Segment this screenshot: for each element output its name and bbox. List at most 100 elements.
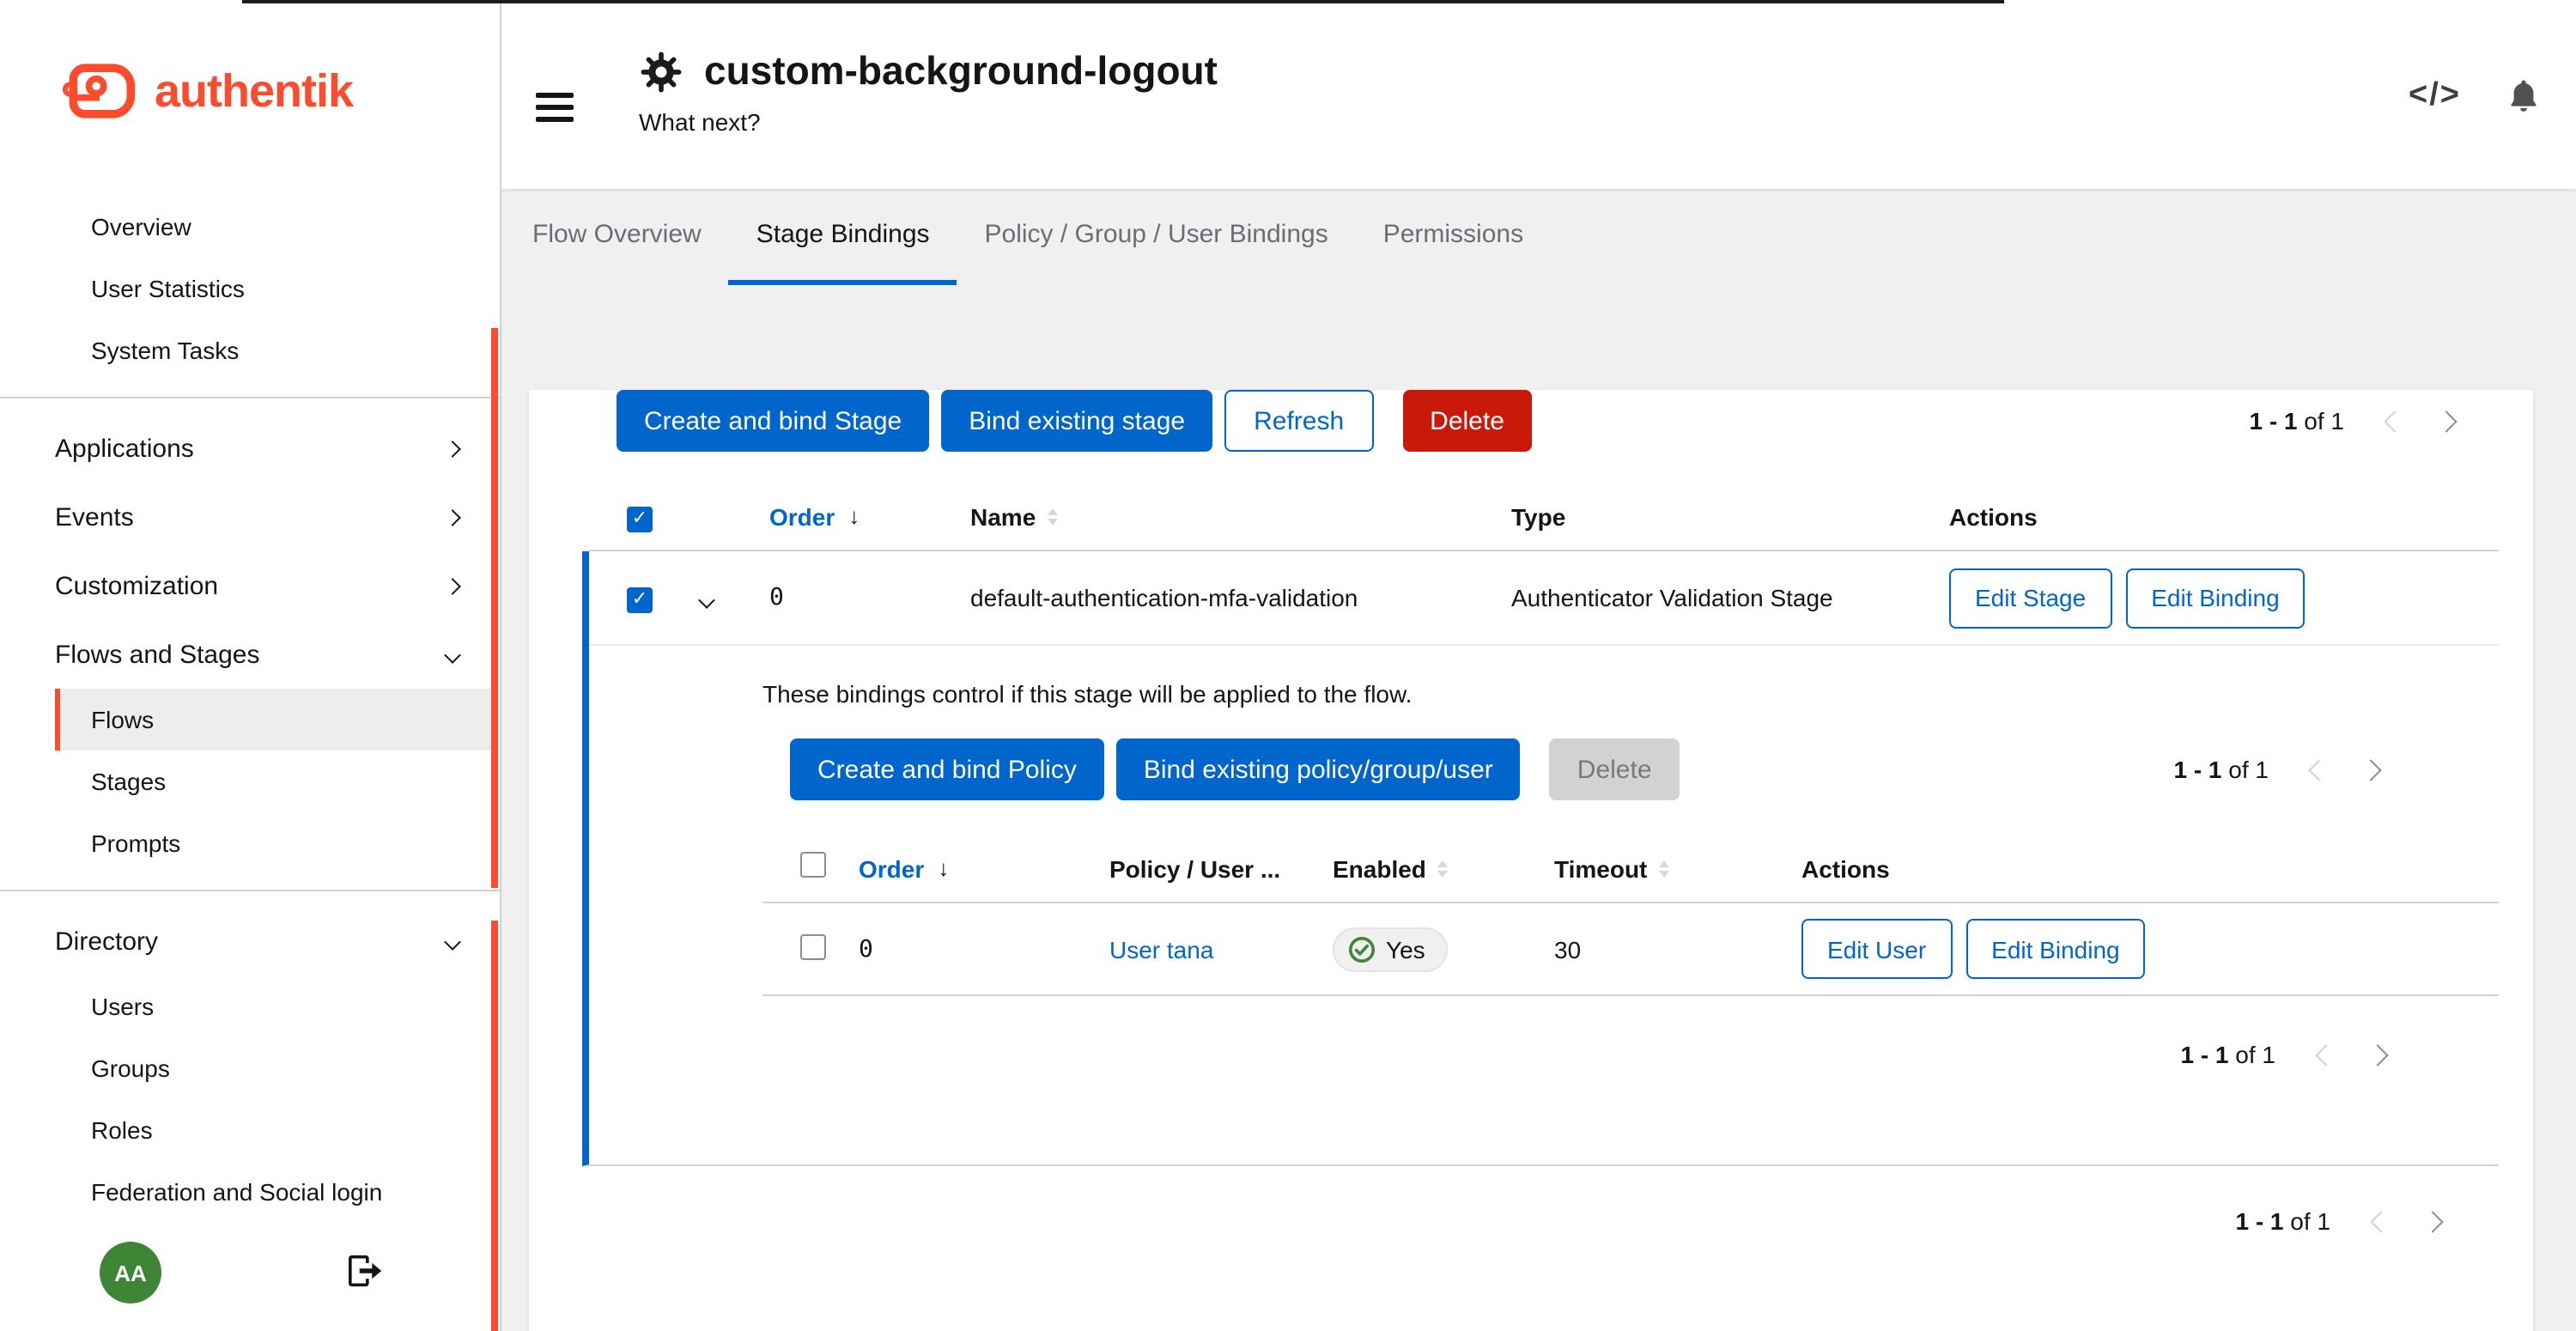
pagination-range: 1 - 1 (2235, 1207, 2283, 1235)
pagination-next-button[interactable] (2420, 390, 2471, 452)
sidebar-item-overview[interactable]: Overview (55, 196, 496, 258)
chevron-left-icon (2383, 410, 2404, 431)
column-header-name[interactable]: Name (950, 502, 1491, 530)
edit-user-button[interactable]: Edit User (1801, 919, 1952, 979)
policy-order-cell: 0 (841, 935, 1089, 963)
sidebar-group-applications[interactable]: Applications (0, 414, 500, 483)
pagination-prev-button[interactable] (2300, 1024, 2351, 1085)
row-select-checkbox[interactable] (627, 587, 653, 613)
pagination-next-button[interactable] (2351, 1024, 2403, 1085)
brand-name: authentik (155, 64, 353, 118)
policy-row-select-checkbox[interactable] (800, 933, 826, 959)
enabled-badge-label: Yes (1386, 935, 1425, 963)
sidebar-item-groups[interactable]: Groups (55, 1037, 496, 1099)
page-subtitle: What next? (639, 108, 1218, 136)
pagination-top: 1 - 1 of 1 (2249, 390, 2471, 452)
chevron-down-icon (444, 933, 461, 950)
chevron-right-icon (444, 508, 461, 526)
policy-user-link[interactable]: User tana (1109, 935, 1213, 963)
chevron-down-icon (697, 592, 714, 609)
delete-button[interactable]: Delete (1402, 390, 1532, 452)
logout-button[interactable] (347, 1254, 385, 1293)
window-top-edge (242, 0, 2004, 3)
edit-binding-button[interactable]: Edit Binding (2125, 568, 2305, 628)
pagination-next-button[interactable] (2406, 1190, 2458, 1252)
policy-toolbar: Create and bind Policy Bind existing pol… (790, 738, 2499, 800)
sidebar-item-federation-and-social-login[interactable]: Federation and Social login (55, 1161, 496, 1223)
chevron-right-icon (2434, 410, 2456, 431)
sidebar-item-prompts[interactable]: Prompts (55, 812, 496, 874)
column-header-actions: Actions (1929, 502, 2499, 530)
tab-bar: Flow Overview Stage Bindings Policy / Gr… (501, 189, 2576, 285)
column-header-policy-user: Policy / User ... (1089, 854, 1312, 882)
pagination-prev-button[interactable] (2354, 1190, 2406, 1252)
divider (0, 890, 500, 891)
check-circle-icon (1348, 935, 1376, 963)
column-header-actions: Actions (1781, 854, 2499, 882)
policy-binding-row[interactable]: 0 User tana Yes (762, 903, 2499, 996)
stage-binding-row[interactable]: 0 default-authentication-mfa-validation … (589, 551, 2499, 646)
refresh-button[interactable]: Refresh (1224, 390, 1373, 452)
pagination-range: 1 - 1 (2173, 756, 2221, 783)
sidebar-toggle-button[interactable] (532, 89, 577, 125)
sort-icon (1438, 860, 1449, 877)
policy-bindings-description: These bindings control if this stage wil… (762, 677, 2499, 711)
pagination-of: of 1 (2304, 407, 2344, 435)
stage-table-header: Order ↓ Name Type Actions (589, 483, 2499, 551)
sidebar-group-customization[interactable]: Customization (0, 551, 500, 620)
column-header-order[interactable]: Order ↓ (841, 854, 1089, 882)
sidebar-item-user-statistics[interactable]: User Statistics (55, 258, 496, 319)
row-expander[interactable] (690, 574, 722, 622)
policy-select-all-checkbox[interactable] (800, 851, 826, 877)
page-header: custom-background-logout What next? </> (501, 0, 2576, 189)
sort-desc-icon: ↓ (938, 855, 949, 881)
sidebar-group-directory[interactable]: Directory (0, 907, 500, 975)
chevron-down-icon (444, 646, 461, 663)
select-all-checkbox[interactable] (627, 506, 653, 532)
notifications-bell-icon[interactable] (2506, 76, 2542, 115)
policy-bindings-panel: These bindings control if this stage wil… (589, 646, 2499, 1164)
page-title: custom-background-logout (704, 48, 1218, 94)
pagination-policy-bottom: 1 - 1 of 1 (762, 1020, 2403, 1089)
sign-out-icon (347, 1254, 385, 1288)
create-and-bind-stage-button[interactable]: Create and bind Stage (617, 390, 929, 452)
sort-icon (1048, 507, 1058, 525)
bind-existing-policy-button[interactable]: Bind existing policy/group/user (1116, 738, 1521, 800)
sidebar-item-system-tasks[interactable]: System Tasks (55, 319, 496, 381)
column-header-order[interactable]: Order ↓ (744, 502, 950, 530)
content-area: Create and bind Stage Bind existing stag… (501, 285, 2576, 1331)
pagination-next-button[interactable] (2344, 738, 2396, 800)
avatar[interactable]: AA (100, 1242, 161, 1304)
column-header-timeout[interactable]: Timeout (1534, 854, 1781, 882)
chevron-right-icon (444, 440, 461, 457)
chevron-right-icon (2366, 1043, 2387, 1065)
create-and-bind-policy-button[interactable]: Create and bind Policy (790, 738, 1104, 800)
tab-permissions[interactable]: Permissions (1356, 189, 1551, 285)
pagination-footer: 1 - 1 of 1 (2235, 1187, 2458, 1255)
sidebar-item-roles[interactable]: Roles (55, 1099, 496, 1161)
bind-existing-stage-button[interactable]: Bind existing stage (941, 390, 1212, 452)
sidebar: authentik Overview User Statistics Syste… (0, 0, 501, 1331)
api-code-icon[interactable]: </> (2409, 76, 2461, 114)
edit-binding-button[interactable]: Edit Binding (1965, 919, 2145, 979)
sidebar-item-stages[interactable]: Stages (55, 751, 496, 812)
policy-delete-button: Delete (1550, 738, 1680, 800)
pagination-of: of 1 (2228, 756, 2269, 783)
sidebar-item-flows[interactable]: Flows (55, 689, 496, 751)
sort-icon (1659, 860, 1669, 877)
sidebar-accent-bar (491, 328, 498, 888)
brand-logo[interactable]: authentik (0, 0, 500, 124)
sidebar-accent-bar (491, 921, 498, 1331)
pagination-prev-button[interactable] (2368, 390, 2420, 452)
sidebar-group-flows-and-stages[interactable]: Flows and Stages (0, 620, 500, 689)
tab-policy-group-user-bindings[interactable]: Policy / Group / User Bindings (957, 189, 1356, 285)
column-header-enabled[interactable]: Enabled (1312, 854, 1534, 882)
pagination-prev-button[interactable] (2293, 738, 2344, 800)
tab-stage-bindings[interactable]: Stage Bindings (729, 189, 957, 285)
sidebar-group-events[interactable]: Events (0, 483, 500, 551)
pagination-range: 1 - 1 (2180, 1041, 2228, 1068)
card-footer: 1 - 1 of 1 (589, 1166, 2499, 1255)
edit-stage-button[interactable]: Edit Stage (1949, 568, 2111, 628)
sidebar-item-users[interactable]: Users (55, 975, 496, 1037)
tab-flow-overview[interactable]: Flow Overview (505, 189, 729, 285)
